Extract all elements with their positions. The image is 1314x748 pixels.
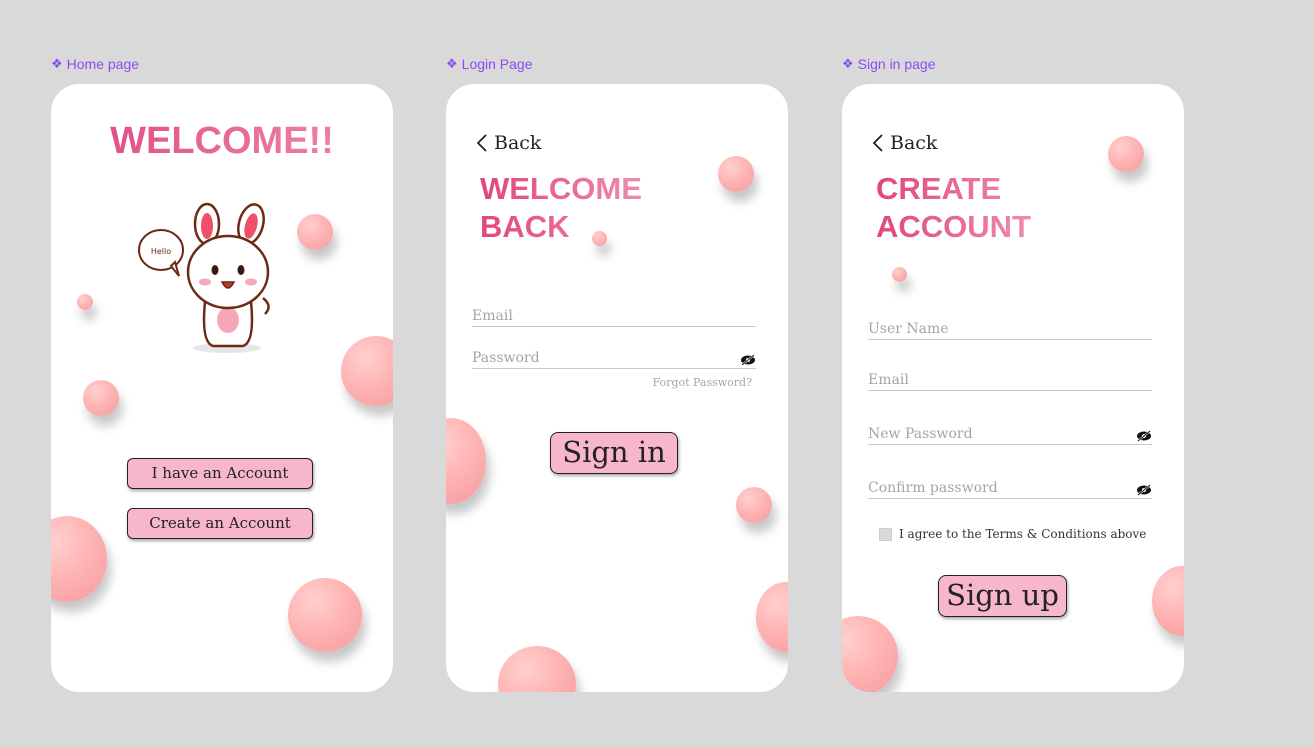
welcome-title: WELCOME!!: [51, 120, 393, 163]
eye-off-icon[interactable]: [1136, 484, 1152, 496]
component-icon: ❖: [446, 56, 458, 71]
component-icon: ❖: [842, 56, 854, 71]
component-icon: ❖: [51, 56, 63, 71]
sign-up-button[interactable]: Sign up: [938, 575, 1067, 617]
signup-screen: Back CREATE ACCOUNT I agree to the T: [842, 84, 1184, 692]
email-field[interactable]: [868, 360, 1152, 391]
decor-ball: [592, 231, 607, 246]
page-title: WELCOME BACK: [480, 170, 642, 246]
decor-ball: [1108, 136, 1144, 172]
speech-bubble-text: Hello: [151, 247, 171, 256]
terms-row: I agree to the Terms & Conditions above: [879, 527, 1146, 541]
frame-label-text: Home page: [66, 56, 140, 72]
decor-ball: [51, 516, 107, 602]
back-button[interactable]: Back: [872, 132, 937, 154]
back-button[interactable]: Back: [476, 132, 541, 154]
title-line: BACK: [480, 209, 570, 244]
home-screen: WELCOME!! Hello I have an Account Create…: [51, 84, 393, 692]
title-line: ACCOUNT: [876, 209, 1031, 244]
username-input[interactable]: [868, 321, 1124, 337]
email-input[interactable]: [868, 372, 1124, 388]
decor-ball: [736, 487, 772, 523]
email-field[interactable]: [472, 303, 756, 327]
bunny-mascot-illustration: Hello: [138, 202, 270, 353]
eye-off-icon[interactable]: [1136, 430, 1152, 442]
email-input[interactable]: [472, 308, 728, 324]
decor-ball: [718, 156, 754, 192]
password-field[interactable]: [472, 342, 756, 369]
username-field[interactable]: [868, 312, 1152, 340]
terms-label: I agree to the Terms & Conditions above: [899, 527, 1147, 541]
confirm-password-input[interactable]: [868, 480, 1124, 496]
decor-ball: [446, 418, 486, 504]
confirm-password-field[interactable]: [868, 468, 1152, 499]
decor-ball: [288, 578, 362, 652]
decor-ball: [341, 336, 393, 406]
back-label: Back: [494, 132, 542, 154]
title-line: CREATE: [876, 171, 1002, 206]
new-password-field[interactable]: [868, 414, 1152, 445]
forgot-password-link[interactable]: Forgot Password?: [653, 376, 752, 389]
chevron-left-icon: [476, 134, 487, 152]
decor-ball: [498, 646, 576, 692]
title-line: WELCOME: [480, 171, 642, 206]
frame-label-text: Sign in page: [857, 56, 936, 72]
password-input[interactable]: [472, 350, 728, 366]
decor-ball: [892, 267, 907, 282]
decor-ball: [842, 616, 898, 692]
decor-ball: [77, 294, 93, 310]
decor-ball: [83, 380, 119, 416]
decor-ball: [1152, 566, 1184, 636]
frame-label-login: ❖ Login Page: [446, 56, 533, 72]
frame-label-signup: ❖ Sign in page: [842, 56, 936, 72]
decor-ball: [297, 214, 333, 250]
page-title: CREATE ACCOUNT: [876, 170, 1031, 246]
new-password-input[interactable]: [868, 426, 1124, 442]
terms-checkbox[interactable]: [879, 527, 892, 541]
eye-off-icon[interactable]: [740, 354, 756, 366]
login-screen: Back WELCOME BACK Forgot Password? Sign …: [446, 84, 788, 692]
decor-ball: [756, 582, 788, 652]
chevron-left-icon: [872, 134, 883, 152]
sign-in-button[interactable]: Sign in: [550, 432, 678, 474]
frame-label-text: Login Page: [461, 56, 533, 72]
frame-label-home: ❖ Home page: [51, 56, 139, 72]
back-label: Back: [890, 132, 938, 154]
have-account-button[interactable]: I have an Account: [127, 458, 313, 489]
create-account-button[interactable]: Create an Account: [127, 508, 313, 539]
